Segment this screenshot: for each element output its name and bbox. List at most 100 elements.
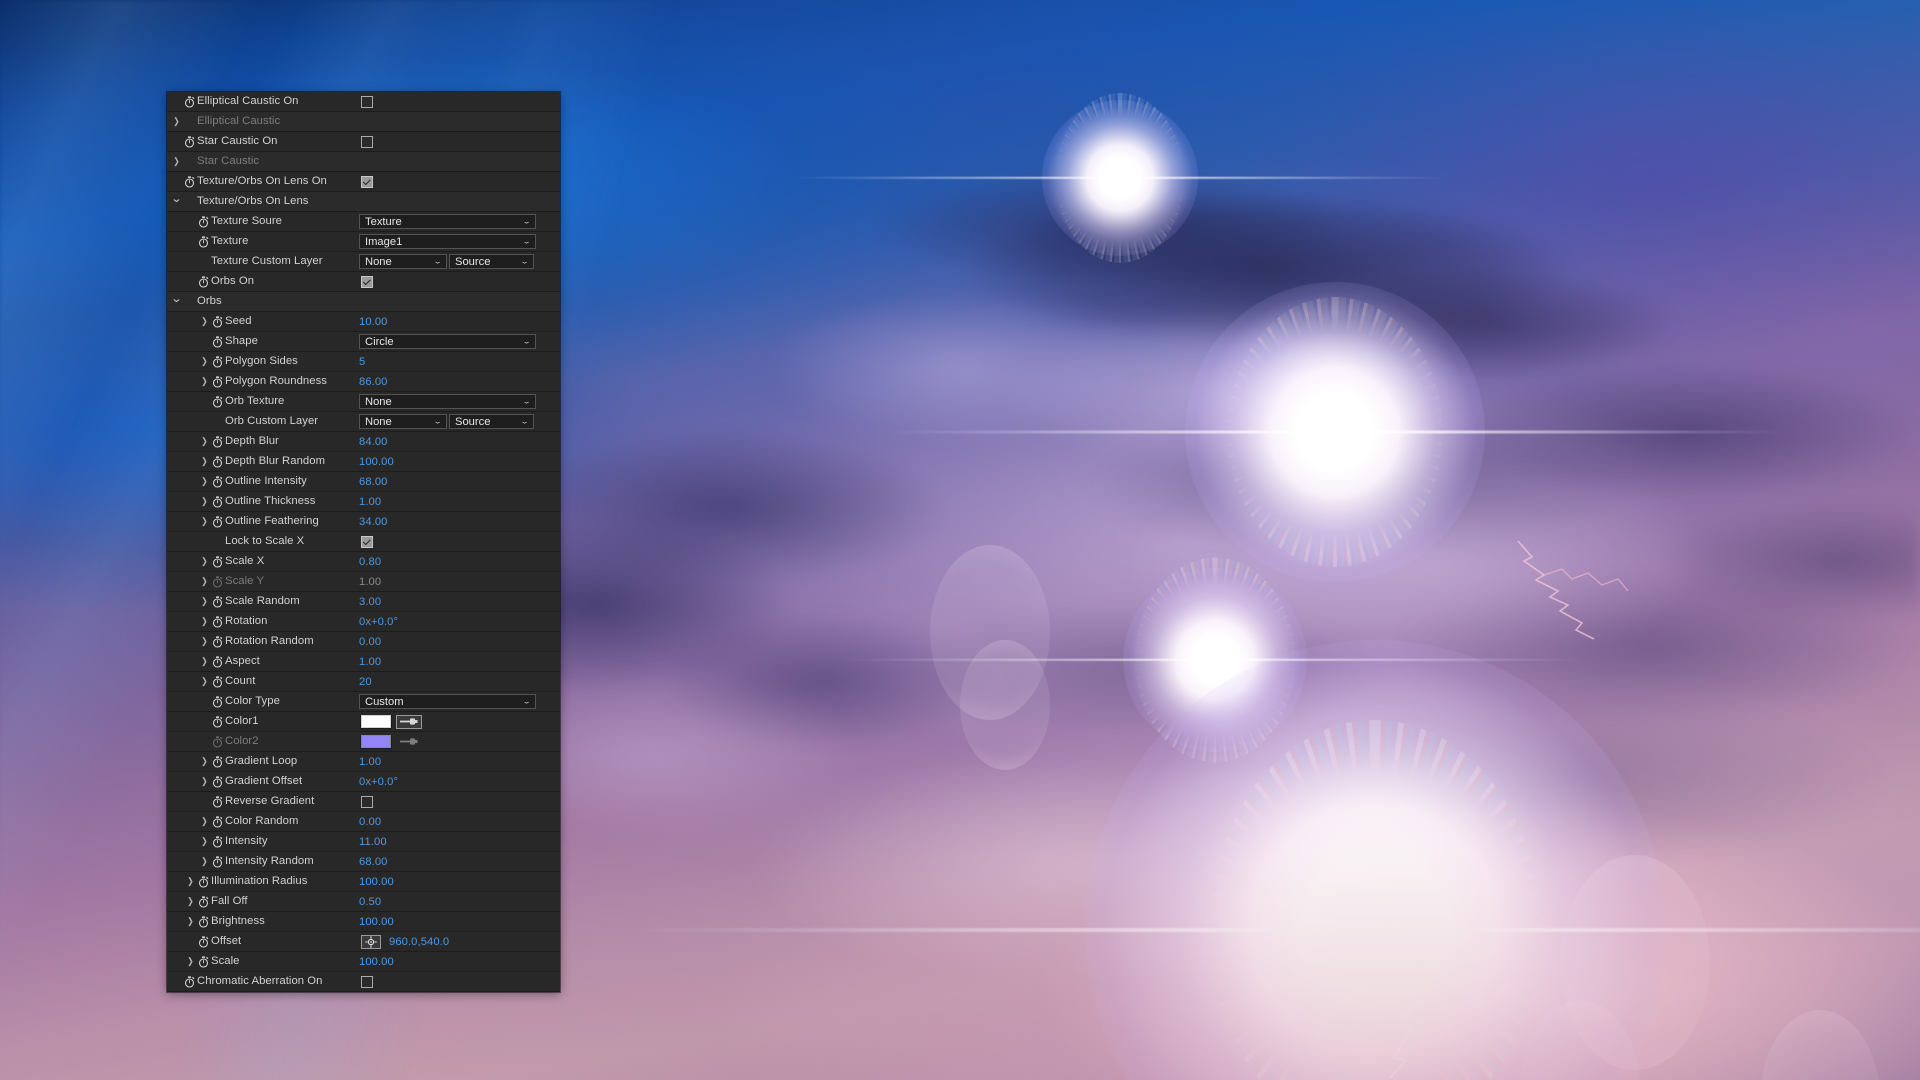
property-row-scale-random[interactable]: ❯ Scale Random 3.00: [167, 592, 560, 612]
chevron-right-icon[interactable]: ❯: [200, 857, 209, 866]
numeric-value[interactable]: 68.00: [359, 856, 388, 868]
chevron-right-icon[interactable]: ❯: [200, 357, 209, 366]
stopwatch-icon[interactable]: [210, 635, 225, 648]
checkbox-chromatic-aberration-on[interactable]: [361, 975, 373, 988]
chevron-down-icon[interactable]: ⌄: [170, 296, 184, 305]
stopwatch-icon[interactable]: [182, 175, 197, 188]
stopwatch-icon[interactable]: [210, 375, 225, 388]
property-row-aspect[interactable]: ❯ Aspect 1.00: [167, 652, 560, 672]
numeric-value[interactable]: 34.00: [359, 516, 388, 528]
stopwatch-icon[interactable]: [210, 395, 225, 408]
numeric-value[interactable]: 20: [359, 676, 372, 688]
numeric-value[interactable]: 0.00: [359, 816, 381, 828]
property-row-count[interactable]: ❯ Count 20: [167, 672, 560, 692]
stopwatch-icon[interactable]: [210, 515, 225, 528]
property-row-color1[interactable]: ❯ Color1: [167, 712, 560, 732]
stopwatch-icon[interactable]: [210, 735, 225, 748]
stopwatch-icon[interactable]: [210, 555, 225, 568]
stopwatch-icon[interactable]: [210, 595, 225, 608]
chevron-right-icon[interactable]: ❯: [200, 677, 209, 686]
property-row-texture-orbs-on-lens-on[interactable]: ❯ Texture/Orbs On Lens On: [167, 172, 560, 192]
stopwatch-icon[interactable]: [210, 315, 225, 328]
stopwatch-icon[interactable]: [210, 335, 225, 348]
stopwatch-icon[interactable]: [182, 135, 197, 148]
numeric-value[interactable]: 100.00: [359, 456, 394, 468]
stopwatch-icon[interactable]: [210, 615, 225, 628]
property-row-polygon-roundness[interactable]: ❯ Polygon Roundness 86.00: [167, 372, 560, 392]
property-row-fall-off[interactable]: ❯ Fall Off 0.50: [167, 892, 560, 912]
stopwatch-icon[interactable]: [210, 855, 225, 868]
numeric-value[interactable]: 0x+0.0°: [359, 776, 398, 788]
property-row-intensity-random[interactable]: ❯ Intensity Random 68.00: [167, 852, 560, 872]
dropdown-orb-texture[interactable]: None ⌄: [359, 394, 536, 409]
dropdown-orb-custom-layer-layer[interactable]: None ⌄: [359, 414, 447, 429]
stopwatch-icon[interactable]: [210, 495, 225, 508]
dropdown-texture-custom-layer-source[interactable]: Source ⌄: [449, 254, 534, 269]
numeric-value[interactable]: 1.00: [359, 656, 381, 668]
chevron-right-icon[interactable]: ❯: [200, 557, 209, 566]
stopwatch-icon[interactable]: [210, 475, 225, 488]
effect-controls-panel[interactable]: ❯ Elliptical Caustic On ❯ Elliptical Causti…: [167, 92, 560, 992]
property-row-polygon-sides[interactable]: ❯ Polygon Sides 5: [167, 352, 560, 372]
property-row-intensity[interactable]: ❯ Intensity 11.00: [167, 832, 560, 852]
numeric-value[interactable]: 100.00: [359, 876, 394, 888]
property-row-rotation[interactable]: ❯ Rotation 0x+0.0°: [167, 612, 560, 632]
checkbox-star-caustic-on[interactable]: [361, 135, 373, 148]
stopwatch-icon[interactable]: [196, 275, 211, 288]
property-row-outline-intensity[interactable]: ❯ Outline Intensity 68.00: [167, 472, 560, 492]
numeric-value[interactable]: 10.00: [359, 316, 388, 328]
chevron-right-icon[interactable]: ❯: [200, 837, 209, 846]
property-row-color-random[interactable]: ❯ Color Random 0.00: [167, 812, 560, 832]
stopwatch-icon[interactable]: [210, 575, 225, 588]
property-row-illumination-radius[interactable]: ❯ Illumination Radius 100.00: [167, 872, 560, 892]
numeric-value[interactable]: 0.80: [359, 556, 381, 568]
numeric-value[interactable]: 86.00: [359, 376, 388, 388]
chevron-right-icon[interactable]: ❯: [200, 577, 209, 586]
property-row-elliptical-caustic-on[interactable]: ❯ Elliptical Caustic On: [167, 92, 560, 112]
chevron-right-icon[interactable]: ❯: [200, 817, 209, 826]
dropdown-orb-custom-layer-source[interactable]: Source ⌄: [449, 414, 534, 429]
property-row-lock-to-scale-x[interactable]: ❯ Lock to Scale X: [167, 532, 560, 552]
stopwatch-icon[interactable]: [210, 795, 225, 808]
chevron-right-icon[interactable]: ❯: [186, 917, 195, 926]
stopwatch-icon[interactable]: [210, 435, 225, 448]
stopwatch-icon[interactable]: [182, 95, 197, 108]
checkbox-elliptical-caustic-on[interactable]: [361, 95, 373, 108]
chevron-right-icon[interactable]: ❯: [200, 477, 209, 486]
property-row-brightness[interactable]: ❯ Brightness 100.00: [167, 912, 560, 932]
property-row-scale-y[interactable]: ❯ Scale Y 1.00: [167, 572, 560, 592]
chevron-right-icon[interactable]: ❯: [172, 156, 181, 166]
checkbox-reverse-gradient[interactable]: [361, 795, 373, 808]
stopwatch-icon[interactable]: [210, 775, 225, 788]
chevron-right-icon[interactable]: ❯: [200, 497, 209, 506]
property-row-texture-soure[interactable]: ❯ Texture Soure Texture ⌄: [167, 212, 560, 232]
stopwatch-icon[interactable]: [196, 235, 211, 248]
property-row-scale-x[interactable]: ❯ Scale X 0.80: [167, 552, 560, 572]
property-row-elliptical-caustic[interactable]: ❯ Elliptical Caustic: [167, 112, 560, 132]
property-row-color2[interactable]: ❯ Color2: [167, 732, 560, 752]
dropdown-texture[interactable]: Image1 ⌄: [359, 234, 536, 249]
numeric-value[interactable]: 68.00: [359, 476, 388, 488]
property-row-seed[interactable]: ❯ Seed 10.00: [167, 312, 560, 332]
chevron-right-icon[interactable]: ❯: [200, 437, 209, 446]
property-row-gradient-offset[interactable]: ❯ Gradient Offset 0x+0.0°: [167, 772, 560, 792]
stopwatch-icon[interactable]: [210, 695, 225, 708]
property-row-star-caustic[interactable]: ❯ Star Caustic: [167, 152, 560, 172]
stopwatch-icon[interactable]: [210, 715, 225, 728]
numeric-value[interactable]: 0.50: [359, 896, 381, 908]
numeric-value[interactable]: 11.00: [359, 836, 387, 848]
chevron-right-icon[interactable]: ❯: [200, 377, 209, 386]
property-row-gradient-loop[interactable]: ❯ Gradient Loop 1.00: [167, 752, 560, 772]
position-picker-icon[interactable]: [361, 934, 381, 949]
chevron-right-icon[interactable]: ❯: [186, 957, 195, 966]
property-row-reverse-gradient[interactable]: ❯ Reverse Gradient: [167, 792, 560, 812]
stopwatch-icon[interactable]: [182, 975, 197, 988]
stopwatch-icon[interactable]: [196, 215, 211, 228]
checkbox-orbs-on[interactable]: [361, 275, 373, 288]
property-row-outline-feathering[interactable]: ❯ Outline Feathering 34.00: [167, 512, 560, 532]
numeric-value[interactable]: 1.00: [359, 496, 381, 508]
stopwatch-icon[interactable]: [196, 895, 211, 908]
property-row-orbs-on[interactable]: ❯ Orbs On: [167, 272, 560, 292]
numeric-value[interactable]: 1.00: [359, 756, 381, 768]
property-row-orb-texture[interactable]: ❯ Orb Texture None ⌄: [167, 392, 560, 412]
